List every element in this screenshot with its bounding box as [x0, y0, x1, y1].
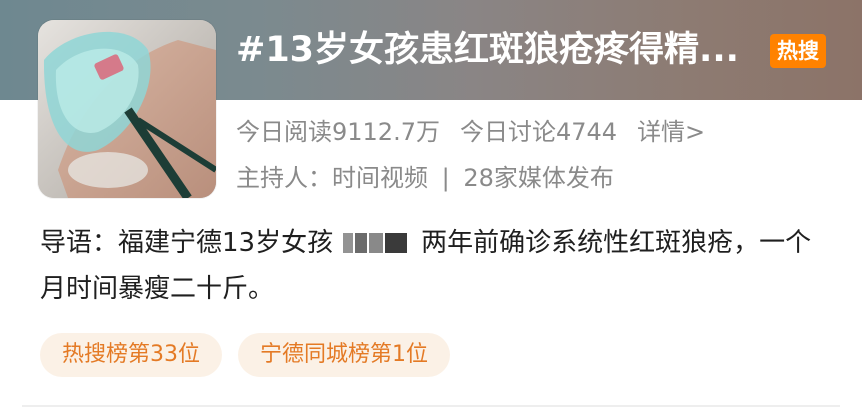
hot-badge: 热搜: [770, 34, 826, 68]
redaction-mark: [343, 233, 408, 253]
rank-tags: 热搜榜第33位 宁德同城榜第1位: [40, 333, 466, 377]
discussion-count: 今日讨论4744: [459, 118, 618, 146]
divider: [22, 405, 840, 407]
intro-text-part1: 导语：福建宁德13岁女孩: [40, 228, 334, 258]
host-label: 主持人：时间视频: [236, 164, 428, 192]
separator: |: [441, 164, 450, 192]
topic-thumbnail-image[interactable]: [38, 20, 216, 198]
patient-photo-icon: [38, 20, 216, 198]
topic-stats: 今日阅读9112.7万 今日讨论4744 详情>: [236, 112, 725, 152]
details-link[interactable]: 详情>: [637, 118, 705, 146]
read-count: 今日阅读9112.7万: [236, 118, 440, 146]
hot-search-rank-tag[interactable]: 热搜榜第33位: [40, 333, 222, 377]
topic-title[interactable]: #13岁女孩患红斑狼疮疼得精...: [236, 22, 766, 78]
topic-intro: 导语：福建宁德13岁女孩 两年前确诊系统性红斑狼疮，一个月时间暴瘦二十斤。: [40, 220, 830, 312]
local-rank-tag[interactable]: 宁德同城榜第1位: [238, 333, 450, 377]
host-info: 主持人：时间视频 | 28家媒体发布: [236, 158, 614, 198]
media-count: 28家媒体发布: [463, 164, 614, 192]
